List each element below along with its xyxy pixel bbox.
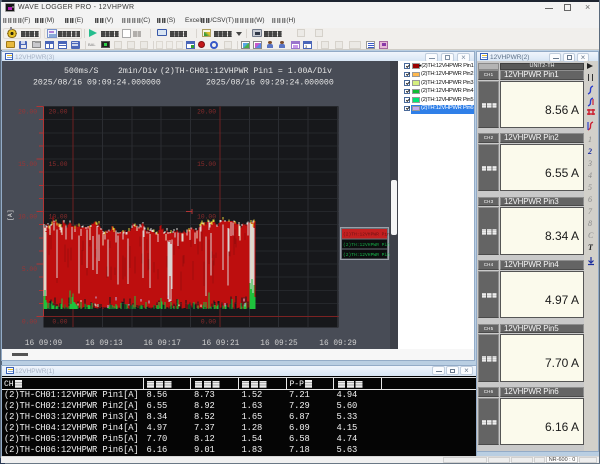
svg-text:2025/08/16 09:29:24.000000: 2025/08/16 09:29:24.000000 [206, 77, 334, 87]
svg-text:2025/08/16 09:09:24.000000: 2025/08/16 09:09:24.000000 [33, 77, 161, 87]
svg-text:15.00: 15.00 [197, 161, 216, 168]
svg-text:16 09:09: 16 09:09 [25, 340, 63, 348]
svg-text:16 09:17: 16 09:17 [143, 340, 181, 348]
svg-text:15.00: 15.00 [49, 161, 68, 168]
svg-text:20.00: 20.00 [18, 109, 37, 116]
svg-text:2min/Div: 2min/Div [118, 66, 157, 76]
svg-text:0.00: 0.00 [201, 319, 216, 326]
svg-text:0.00: 0.00 [52, 319, 67, 326]
svg-text:16 09:13: 16 09:13 [85, 340, 123, 348]
svg-text:10.00: 10.00 [18, 214, 37, 221]
svg-text:(2)TH-CH01:12VHPWR Pin1 = 1.00: (2)TH-CH01:12VHPWR Pin1 = 1.00A/Div [160, 66, 332, 76]
svg-text:20.00: 20.00 [197, 109, 216, 116]
svg-text:10.00: 10.00 [49, 214, 68, 221]
svg-text:(2)TH:12VHPWR Pin: (2)TH:12VHPWR Pin [343, 232, 390, 238]
svg-text:5.00: 5.00 [22, 266, 37, 273]
svg-text:(2)TH:12VHPWR Pin: (2)TH:12VHPWR Pin [343, 242, 390, 248]
svg-text:16 09:21: 16 09:21 [202, 340, 240, 348]
svg-text:15.00: 15.00 [18, 161, 37, 168]
svg-text:10.00: 10.00 [197, 214, 216, 221]
svg-text:[A]: [A] [7, 209, 14, 221]
svg-text:16 09:29: 16 09:29 [319, 340, 357, 348]
svg-text:(2)TH:12VHPWR Pin: (2)TH:12VHPWR Pin [343, 252, 390, 258]
svg-text:0.00: 0.00 [22, 319, 37, 326]
svg-text:16 09:25: 16 09:25 [260, 340, 298, 348]
svg-text:500ms/S: 500ms/S [64, 66, 98, 76]
svg-text:20.00: 20.00 [49, 109, 68, 116]
